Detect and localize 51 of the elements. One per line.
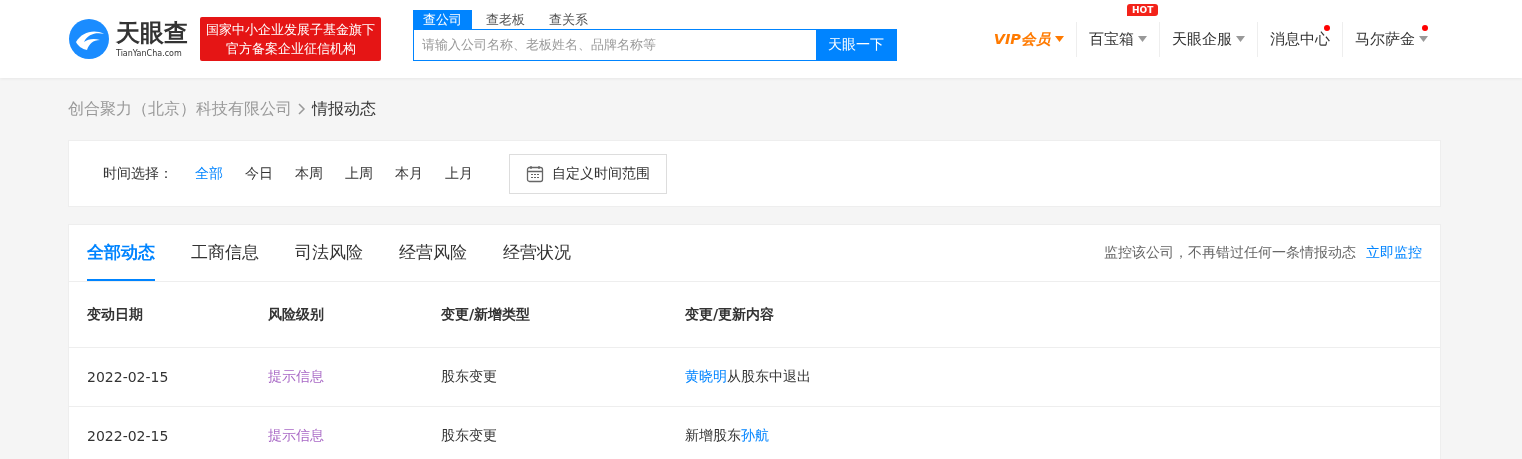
column-header: 变更/更新内容 xyxy=(685,305,776,324)
column-header: 风险级别 xyxy=(268,305,325,324)
tab[interactable]: 工商信息 xyxy=(191,225,259,281)
monitor-link[interactable]: 立即监控 xyxy=(1366,244,1422,262)
hot-badge: HOT xyxy=(1127,3,1159,16)
time-option[interactable]: 上周 xyxy=(345,164,373,183)
tab[interactable]: 经营状况 xyxy=(503,225,571,281)
monitor-text: 监控该公司，不再错过任何一条情报动态 xyxy=(1104,244,1356,262)
risk-level: 提示信息 xyxy=(268,368,325,386)
person-link[interactable]: 孙航 xyxy=(741,427,769,443)
column-header: 变更/新增类型 xyxy=(441,305,532,324)
chevron-icon xyxy=(298,103,306,115)
breadcrumb-current: 情报动态 xyxy=(312,98,376,120)
nav-label: 马尔萨金 xyxy=(1355,29,1415,49)
change-content: 黄晓明从股东中退出 xyxy=(685,368,812,386)
time-option[interactable]: 全部 xyxy=(195,164,223,183)
search-tab[interactable]: 查关系 xyxy=(539,9,598,29)
search-tab[interactable]: 查公司 xyxy=(413,9,472,29)
nav-item[interactable]: 马尔萨金 xyxy=(1349,21,1434,57)
nav-item[interactable]: 消息中心 xyxy=(1264,21,1336,57)
table-cell-text: 2022-02-15 xyxy=(87,369,170,385)
calendar-icon xyxy=(526,164,544,183)
nav-label: VIP会员 xyxy=(993,29,1051,49)
tab[interactable]: 司法风险 xyxy=(295,225,363,281)
table-cell-text: 股东变更 xyxy=(441,368,498,386)
banner: 国家中小企业发展子基金旗下 官方备案企业征信机构 xyxy=(200,17,381,61)
search-tab[interactable]: 查老板 xyxy=(476,9,535,29)
filter-label: 时间选择： xyxy=(103,164,173,183)
nav-label: 百宝箱 xyxy=(1089,29,1134,49)
nav-item[interactable]: 天眼企服 xyxy=(1166,21,1251,57)
nav-label: 消息中心 xyxy=(1270,29,1330,49)
date-range-button[interactable]: 自定义时间范围 xyxy=(509,153,667,194)
column-header: 变动日期 xyxy=(87,305,144,324)
logo-text: 天眼查 xyxy=(116,20,188,45)
change-content: 新增股东孙航 xyxy=(685,427,770,445)
search-button[interactable]: 天眼一下 xyxy=(816,29,896,60)
tab[interactable]: 经营风险 xyxy=(399,225,467,281)
table-cell-text: 2022-02-15 xyxy=(87,428,170,444)
search-field[interactable]: 请输入公司名称、老板姓名、品牌名称等 天眼一下 xyxy=(413,28,897,61)
time-option[interactable]: 本月 xyxy=(395,164,423,183)
person-link[interactable]: 黄晓明 xyxy=(685,368,727,384)
logo-domain: TianYanCha.com xyxy=(116,48,183,58)
time-option[interactable]: 今日 xyxy=(245,164,273,183)
nav-label: 天眼企服 xyxy=(1172,29,1232,49)
table-cell-text: 股东变更 xyxy=(441,427,498,445)
time-option[interactable]: 本周 xyxy=(295,164,323,183)
time-option[interactable]: 上月 xyxy=(445,164,473,183)
nav-item[interactable]: 百宝箱 xyxy=(1083,21,1153,57)
tab[interactable]: 全部动态 xyxy=(87,225,155,281)
logo-icon xyxy=(68,18,110,60)
risk-level: 提示信息 xyxy=(268,427,325,445)
